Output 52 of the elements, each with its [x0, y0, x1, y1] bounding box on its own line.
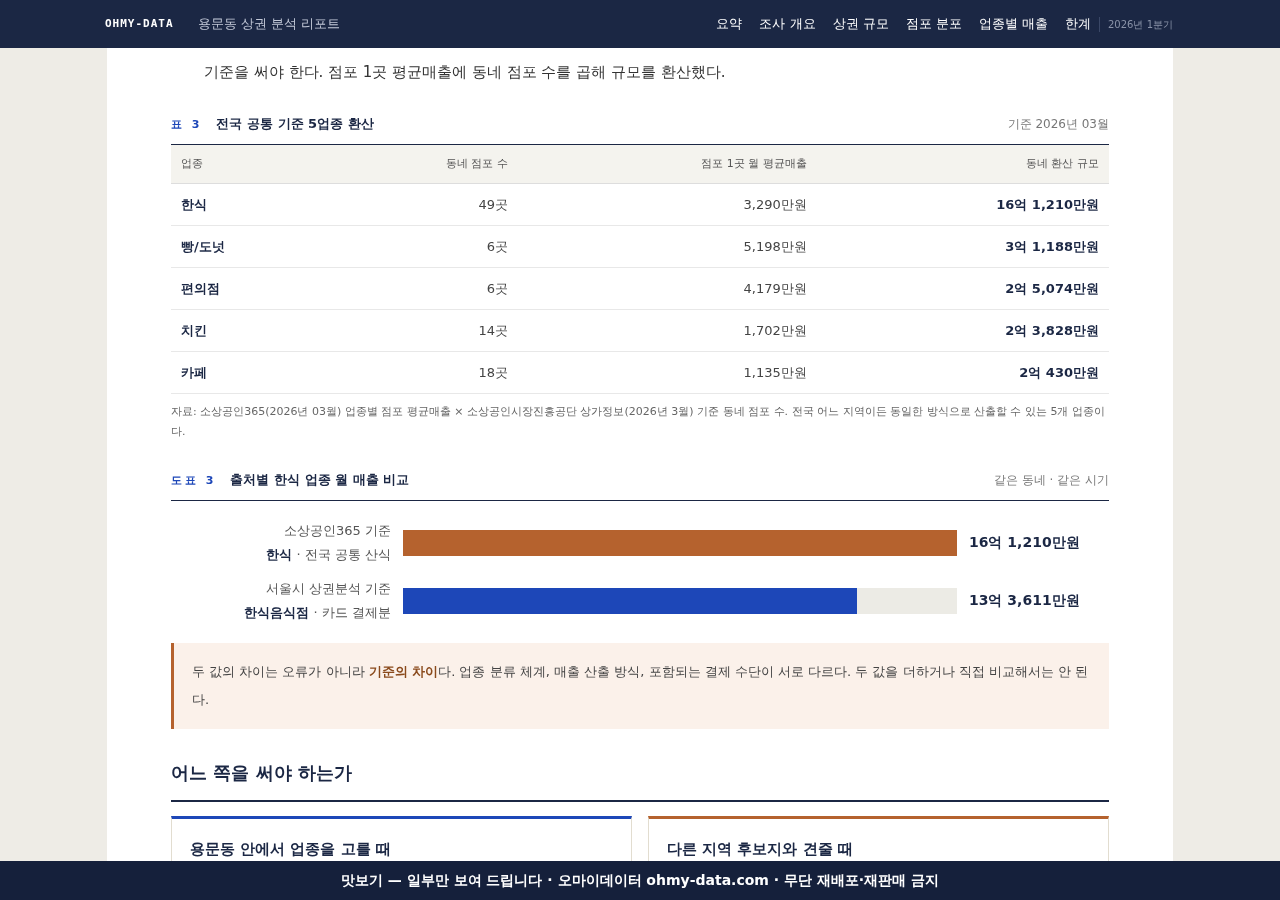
table-cell: 3,290만원 — [517, 183, 817, 226]
nav-link[interactable]: 상권 규모 — [832, 14, 889, 34]
intro-paragraph: 기준을 써야 한다. 점포 1곳 평균매출에 동네 점포 수를 곱해 규모를 환산했다. — [203, 62, 727, 83]
table-title: 전국 공통 기준 5업종 환산 — [216, 115, 374, 133]
table-cell: 5,198만원 — [517, 225, 817, 268]
bar-category: 한식 · 전국 공통 산식 — [266, 545, 391, 564]
nav-link[interactable]: 업종별 매출 — [978, 14, 1048, 34]
card-title: 용문동 안에서 업종을 고를 때 — [190, 839, 391, 858]
column-header: 점포 1곳 월 평균매출 — [517, 144, 817, 184]
table-cell: 빵/도넛 — [171, 225, 323, 268]
bar-value: 16억 1,210만원 — [969, 533, 1080, 552]
nav-link[interactable]: 요약 — [716, 14, 743, 34]
table-cell: 편의점 — [171, 267, 323, 310]
table-cell: 2억 3,828만원 — [816, 309, 1109, 352]
table-source-note: 자료: 소상공인365(2026년 03월) 업종별 점포 평균매출 × 소상공인시장진흥공단 상가정보(2026년 3월) 기준 동네 점포 수. 전국 어느 지역이든 동일한 방식으로 산출할 수 있는 5개 업종이다. — [171, 404, 1106, 440]
card-title: 다른 지역 후보지와 견줄 때 — [667, 839, 853, 858]
table-cell: 1,135만원 — [517, 351, 817, 394]
nav-link[interactable]: 조사 개요 — [759, 14, 816, 34]
column-header: 동네 환산 규모 — [816, 144, 1109, 184]
table-cell: 49곳 — [322, 183, 518, 226]
nav-link[interactable]: 한계 — [1065, 14, 1091, 34]
bar-value: 13억 3,611만원 — [969, 591, 1080, 610]
table-label: 표 3 — [171, 117, 203, 133]
table-cell: 카페 — [171, 351, 323, 394]
callout: 두 값의 차이는 오류가 아니라 기준의 차이다. 업종 분류 체계, 매출 산출 방식, 포함되는 결제 수단이 서로 다르다. 두 값을 더하거나 직접 비교해서는 안 된다. — [171, 642, 1109, 729]
table-cell: 16억 1,210만원 — [816, 183, 1109, 226]
table-cell: 1,702만원 — [517, 309, 817, 352]
table-cell: 14곳 — [322, 309, 518, 352]
table-cell: 6곳 — [322, 225, 518, 268]
bar-source: 서울시 상권분석 기준 — [265, 579, 391, 598]
table-date: 기준 2026년 03월 — [1007, 116, 1109, 133]
table-cell: 2억 430만원 — [816, 351, 1109, 394]
column-header: 업종 — [171, 144, 323, 184]
table-cell: 치킨 — [171, 309, 323, 352]
report-title: 용문동 상권 분석 리포트 — [197, 15, 340, 34]
figure-title: 출처별 한식 업종 월 매출 비교 — [230, 471, 410, 489]
table-cell: 3억 1,188만원 — [816, 225, 1109, 268]
bar-category: 한식음식점 · 카드 결제분 — [244, 603, 391, 622]
period-label: 2026년 1분기 — [1099, 16, 1173, 32]
banner-text: 맛보기 — 일부만 보여 드립니다 · 오마이데이터 ohmy-data.com · 무단 재배포·재판매 금지 — [340, 871, 940, 890]
table-cell: 4,179만원 — [517, 267, 817, 310]
table-cell: 6곳 — [322, 267, 518, 310]
table-cell: 한식 — [171, 183, 323, 226]
nav-link[interactable]: 점포 분포 — [905, 14, 962, 34]
figure-note: 같은 동네 · 같은 시기 — [993, 472, 1109, 489]
table-cell: 18곳 — [322, 351, 518, 394]
logo[interactable]: OHMY-DATA — [105, 15, 174, 33]
column-header: 동네 점포 수 — [322, 144, 518, 184]
figure-label: 도표 3 — [171, 473, 217, 489]
section-heading: 어느 쪽을 써야 하는가 — [171, 758, 1109, 802]
bar-source: 소상공인365 기준 — [284, 521, 391, 540]
table-cell: 2억 5,074만원 — [816, 267, 1109, 310]
